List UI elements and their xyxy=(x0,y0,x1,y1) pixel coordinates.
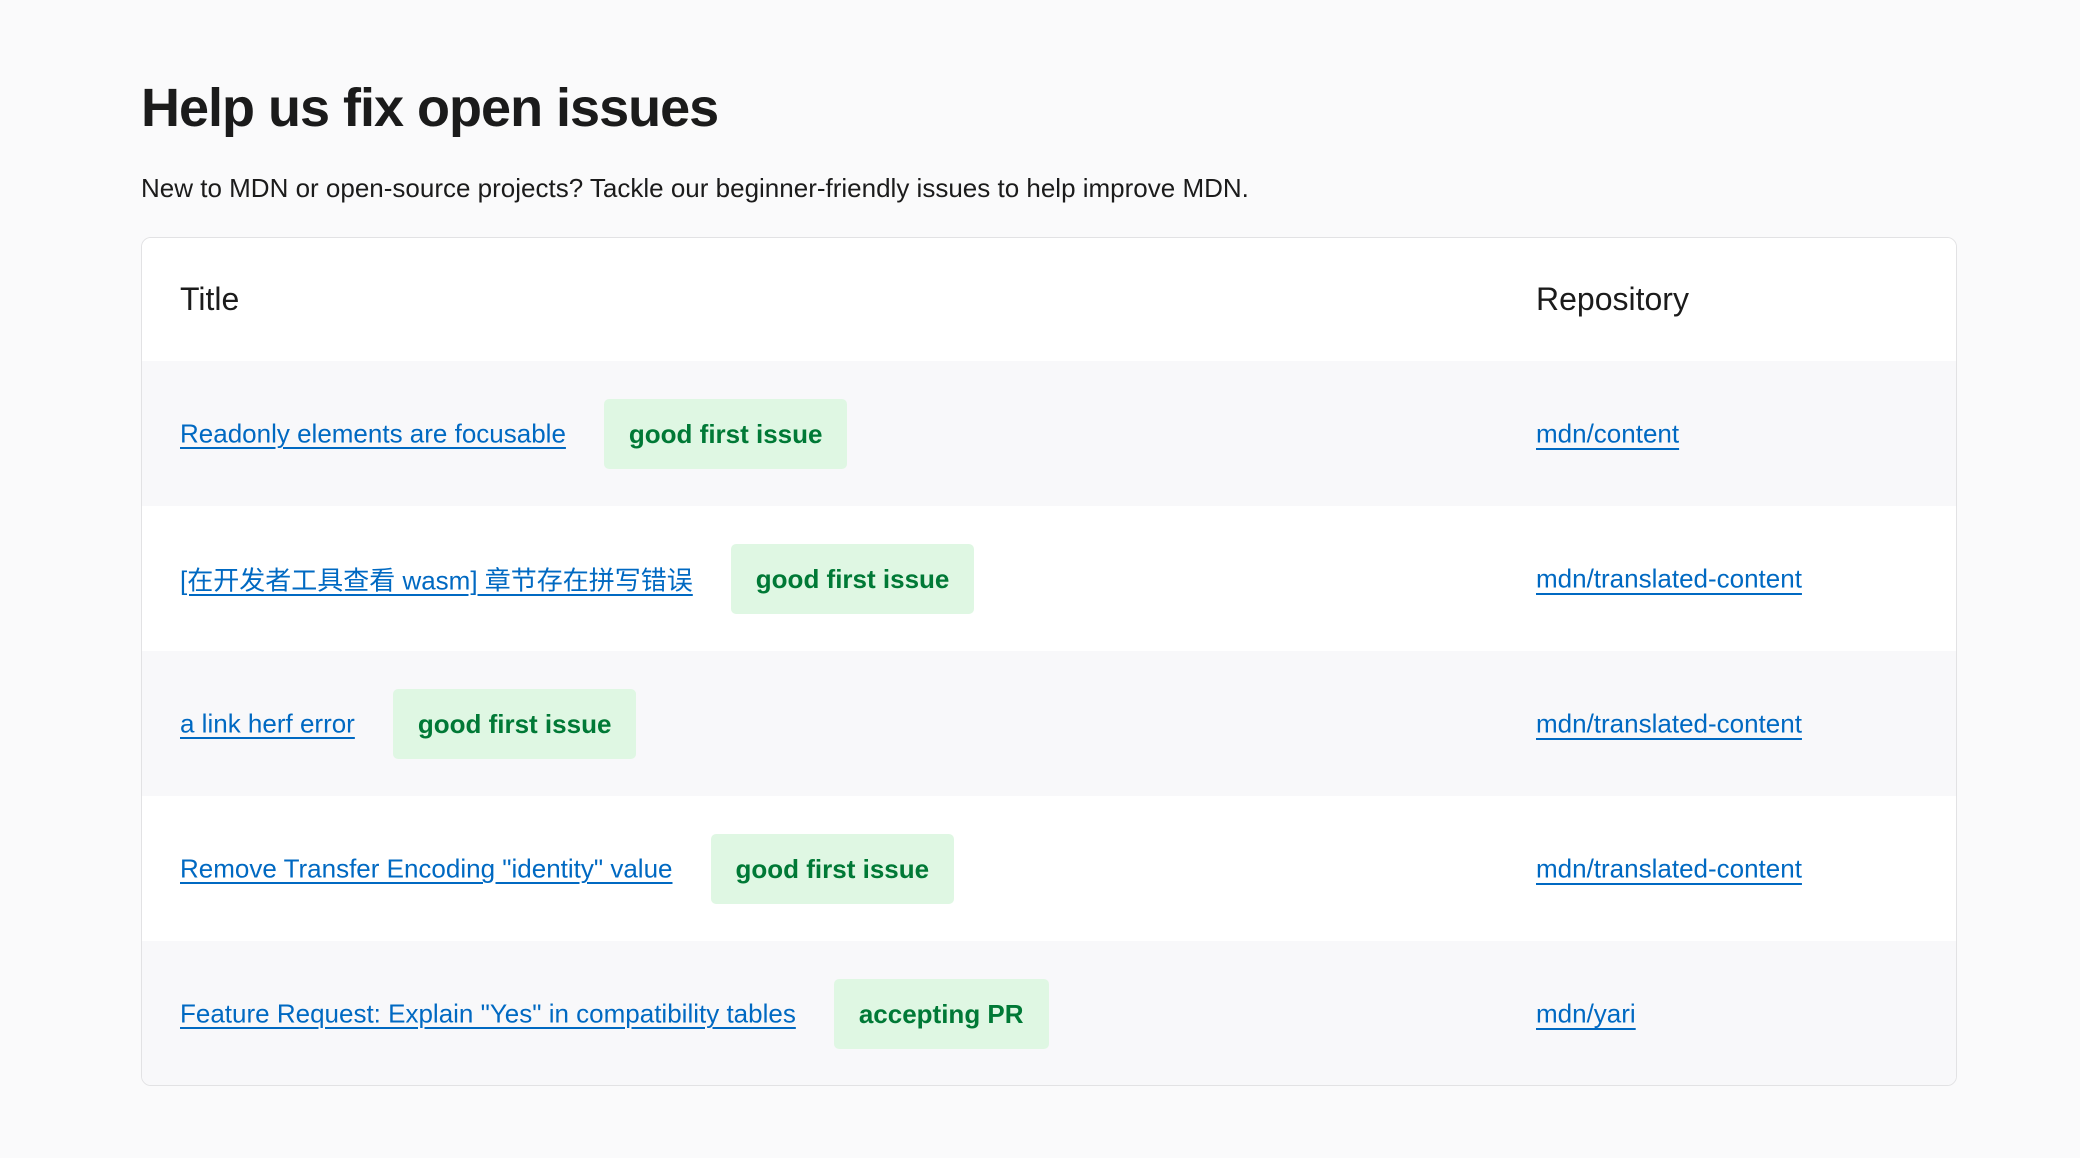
issue-link[interactable]: Remove Transfer Encoding "identity" valu… xyxy=(180,853,673,883)
column-header-title: Title xyxy=(142,238,1498,361)
title-cell: Remove Transfer Encoding "identity" valu… xyxy=(142,796,1498,941)
repository-cell: mdn/translated-content xyxy=(1498,506,1956,651)
repository-link[interactable]: mdn/translated-content xyxy=(1536,564,1802,594)
repository-link[interactable]: mdn/yari xyxy=(1536,999,1636,1029)
column-header-repository: Repository xyxy=(1498,238,1956,361)
repository-link[interactable]: mdn/translated-content xyxy=(1536,854,1802,884)
table-row: a link herf error good first issue mdn/tr… xyxy=(142,651,1956,796)
page-description: New to MDN or open-source projects? Tack… xyxy=(141,173,1249,203)
repository-cell: mdn/yari xyxy=(1498,941,1956,1085)
issue-label-badge[interactable]: good first issue xyxy=(392,688,637,759)
issues-table-card: Title Repository Readonly elements are f… xyxy=(141,237,1957,1086)
issue-link[interactable]: Feature Request: Explain "Yes" in compat… xyxy=(180,998,796,1028)
repository-cell: mdn/translated-content xyxy=(1498,796,1956,941)
issue-link[interactable]: a link herf error xyxy=(180,708,355,738)
issue-label-badge[interactable]: good first issue xyxy=(603,398,848,469)
repository-link[interactable]: mdn/content xyxy=(1536,419,1679,449)
repository-link[interactable]: mdn/translated-content xyxy=(1536,709,1802,739)
issue-link[interactable]: [在开发者工具查看 wasm] 章节存在拼写错误 xyxy=(180,565,693,595)
issue-label-badge[interactable]: good first issue xyxy=(710,833,955,904)
issue-link[interactable]: Readonly elements are focusable xyxy=(180,418,566,448)
issues-table: Title Repository Readonly elements are f… xyxy=(142,238,1956,1085)
page-title: Help us fix open issues xyxy=(141,78,719,138)
title-cell: Feature Request: Explain "Yes" in compat… xyxy=(142,941,1498,1085)
table-row: Feature Request: Explain "Yes" in compat… xyxy=(142,941,1956,1085)
table-header-row: Title Repository xyxy=(142,238,1956,361)
repository-cell: mdn/translated-content xyxy=(1498,651,1956,796)
title-cell: a link herf error good first issue xyxy=(142,651,1498,796)
title-cell: [在开发者工具查看 wasm] 章节存在拼写错误 good first issue xyxy=(142,506,1498,651)
table-row: Remove Transfer Encoding "identity" valu… xyxy=(142,796,1956,941)
issue-label-badge[interactable]: good first issue xyxy=(730,543,975,614)
title-cell: Readonly elements are focusable good firs… xyxy=(142,361,1498,506)
table-row: [在开发者工具查看 wasm] 章节存在拼写错误 good first issue… xyxy=(142,506,1956,651)
repository-cell: mdn/content xyxy=(1498,361,1956,506)
issue-label-badge[interactable]: accepting PR xyxy=(833,978,1049,1049)
table-row: Readonly elements are focusable good firs… xyxy=(142,361,1956,506)
